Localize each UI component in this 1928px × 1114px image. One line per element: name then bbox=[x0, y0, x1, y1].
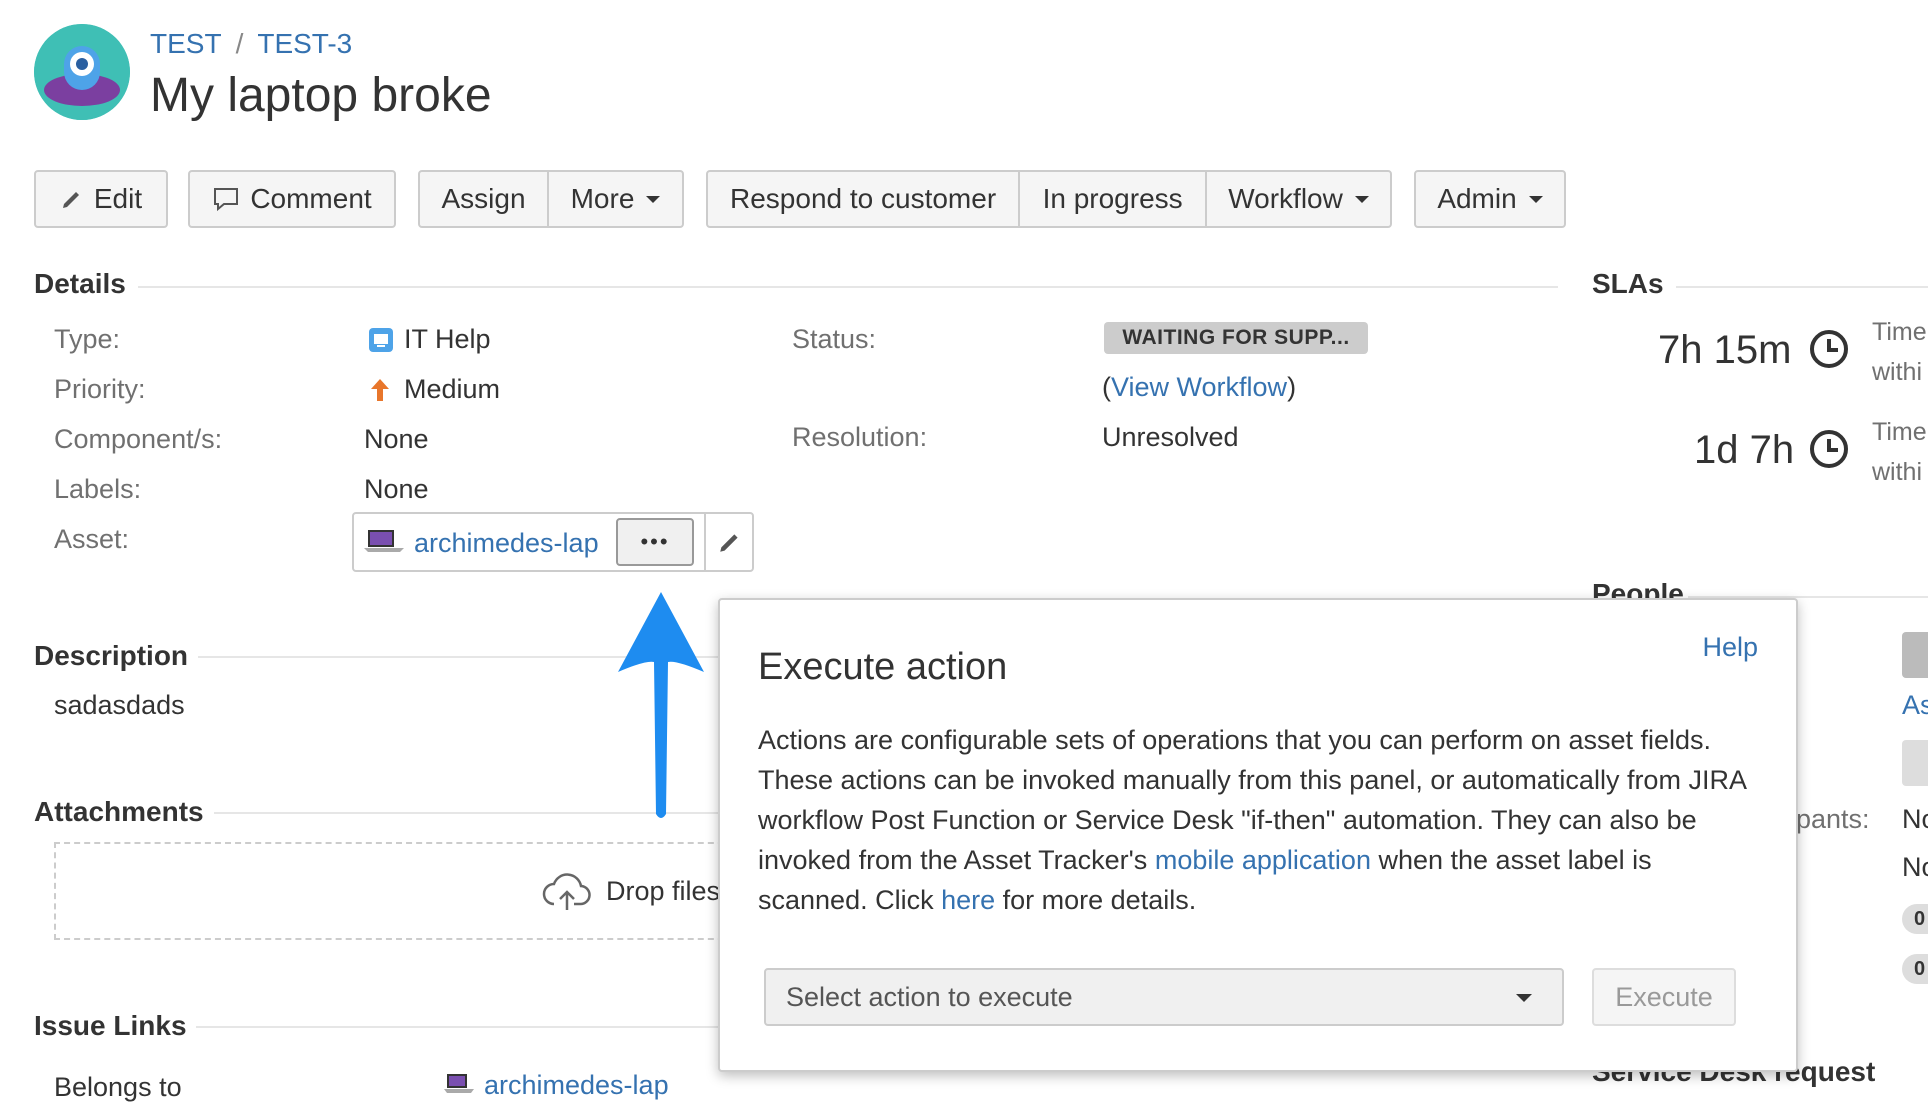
approvers-value: No bbox=[1902, 852, 1928, 882]
laptop-icon bbox=[364, 530, 404, 552]
breadcrumb-issue-key[interactable]: TEST-3 bbox=[257, 28, 352, 59]
comment-button[interactable]: Comment bbox=[188, 170, 396, 228]
priority-value: Medium bbox=[368, 374, 500, 405]
watch-count-badge[interactable]: 0 bbox=[1902, 954, 1928, 984]
description-heading[interactable]: Description bbox=[34, 640, 188, 672]
chevron-down-icon bbox=[1528, 195, 1543, 203]
cloud-upload-icon bbox=[542, 873, 591, 910]
sla-time-2: 1d 7h bbox=[1694, 428, 1795, 472]
chevron-down-icon bbox=[1354, 195, 1369, 203]
pencil-icon bbox=[720, 534, 738, 552]
pencil-icon bbox=[62, 192, 79, 208]
popup-text-3: for more details. bbox=[995, 885, 1197, 915]
view-workflow-link[interactable]: View Workflow bbox=[1111, 372, 1287, 402]
assign-more-group: Assign More bbox=[418, 170, 684, 228]
status-badge[interactable]: WAITING FOR SUPP... bbox=[1104, 322, 1368, 354]
comment-label: Comment bbox=[250, 183, 372, 214]
workflow-button[interactable]: Workflow bbox=[1207, 172, 1390, 226]
action-select-placeholder: Select action to execute bbox=[786, 981, 1073, 1012]
paren-open: ( bbox=[1102, 372, 1111, 402]
breadcrumb-project[interactable]: TEST bbox=[150, 28, 222, 59]
help-link[interactable]: Help bbox=[1702, 632, 1758, 663]
page-title: My laptop broke bbox=[150, 69, 492, 122]
project-avatar[interactable] bbox=[34, 24, 130, 120]
edit-button[interactable]: Edit bbox=[34, 170, 168, 228]
popup-title: Execute action bbox=[758, 646, 1008, 688]
annotation-arrow-icon bbox=[618, 592, 704, 818]
more-button[interactable]: More bbox=[549, 172, 682, 226]
edit-label: Edit bbox=[93, 183, 143, 214]
drop-files-text: Drop files bbox=[606, 876, 721, 906]
paren-close: ) bbox=[1287, 372, 1297, 402]
asset-edit-button[interactable] bbox=[704, 512, 754, 572]
execute-button[interactable]: Execute bbox=[1592, 968, 1736, 1026]
assign-button[interactable]: Assign bbox=[420, 172, 550, 226]
priority-text: Medium bbox=[404, 374, 501, 404]
more-label: More bbox=[570, 183, 635, 214]
reporter-avatar bbox=[1902, 740, 1928, 786]
type-label: Type: bbox=[54, 324, 121, 354]
popup-description: Actions are configurable sets of operati… bbox=[758, 720, 1768, 920]
component-value: None bbox=[364, 424, 429, 454]
labels-value: None bbox=[364, 474, 429, 504]
attachments-heading[interactable]: Attachments bbox=[34, 796, 204, 828]
component-label: Component/s: bbox=[54, 424, 223, 454]
chevron-down-icon bbox=[646, 195, 661, 203]
chevron-down-icon bbox=[1516, 994, 1532, 1002]
project-avatar-icon bbox=[34, 24, 130, 120]
resolution-value: Unresolved bbox=[1102, 422, 1239, 452]
view-workflow: (View Workflow) bbox=[1102, 372, 1296, 403]
in-progress-button[interactable]: In progress bbox=[1020, 172, 1208, 226]
link-relation: Belongs to bbox=[54, 1072, 182, 1102]
labels-label: Labels: bbox=[54, 474, 142, 504]
participants-label: pants: bbox=[1796, 804, 1870, 834]
laptop-icon bbox=[444, 1074, 474, 1093]
workflow-group: Respond to customer In progress Workflow bbox=[706, 170, 1392, 228]
it-help-icon bbox=[369, 327, 393, 352]
breadcrumb-separator: / bbox=[235, 28, 244, 59]
vote-count-badge[interactable]: 0 bbox=[1902, 904, 1928, 934]
asset-actions-button[interactable]: ••• bbox=[616, 518, 694, 566]
details-divider bbox=[138, 286, 1558, 288]
sla-note-2a: Time bbox=[1872, 418, 1927, 446]
assignee-link[interactable]: As bbox=[1902, 690, 1928, 721]
assignee-avatar bbox=[1902, 632, 1928, 678]
breadcrumb: TEST / TEST-3 bbox=[150, 28, 352, 60]
slas-heading[interactable]: SLAs bbox=[1592, 268, 1664, 300]
priority-label: Priority: bbox=[54, 374, 146, 404]
here-link[interactable]: here bbox=[941, 885, 995, 915]
comment-icon bbox=[214, 188, 239, 212]
details-heading[interactable]: Details bbox=[34, 268, 126, 300]
linked-asset-link[interactable]: archimedes-lap bbox=[484, 1070, 669, 1101]
issue-links-heading[interactable]: Issue Links bbox=[34, 1010, 187, 1042]
participants-value: No bbox=[1902, 804, 1928, 834]
sla-note-2b: withi bbox=[1872, 458, 1923, 486]
admin-button[interactable]: Admin bbox=[1414, 170, 1566, 228]
admin-label: Admin bbox=[1437, 183, 1517, 214]
sla-time-1: 7h 15m bbox=[1658, 328, 1792, 372]
asset-label: Asset: bbox=[54, 524, 130, 554]
execute-action-popup: Execute action Help Actions are configur… bbox=[718, 598, 1798, 1072]
action-select[interactable]: Select action to execute bbox=[764, 968, 1564, 1026]
priority-up-arrow-icon bbox=[371, 378, 389, 401]
status-label: Status: bbox=[792, 324, 877, 354]
issue-links-divider bbox=[196, 1026, 718, 1028]
sla-note-1b: withi bbox=[1872, 358, 1923, 386]
clock-icon bbox=[1810, 330, 1848, 368]
resolution-label: Resolution: bbox=[792, 422, 928, 452]
description-text: sadasdads bbox=[54, 690, 185, 720]
mobile-application-link[interactable]: mobile application bbox=[1155, 845, 1371, 875]
workflow-label: Workflow bbox=[1228, 183, 1343, 214]
asset-link[interactable]: archimedes-lap bbox=[414, 528, 599, 559]
respond-to-customer-button[interactable]: Respond to customer bbox=[708, 172, 1021, 226]
clock-icon bbox=[1810, 430, 1848, 468]
slas-divider bbox=[1676, 286, 1928, 288]
type-text: IT Help bbox=[404, 324, 491, 354]
type-value: IT Help bbox=[368, 324, 491, 355]
sla-note-1a: Time bbox=[1872, 318, 1927, 346]
